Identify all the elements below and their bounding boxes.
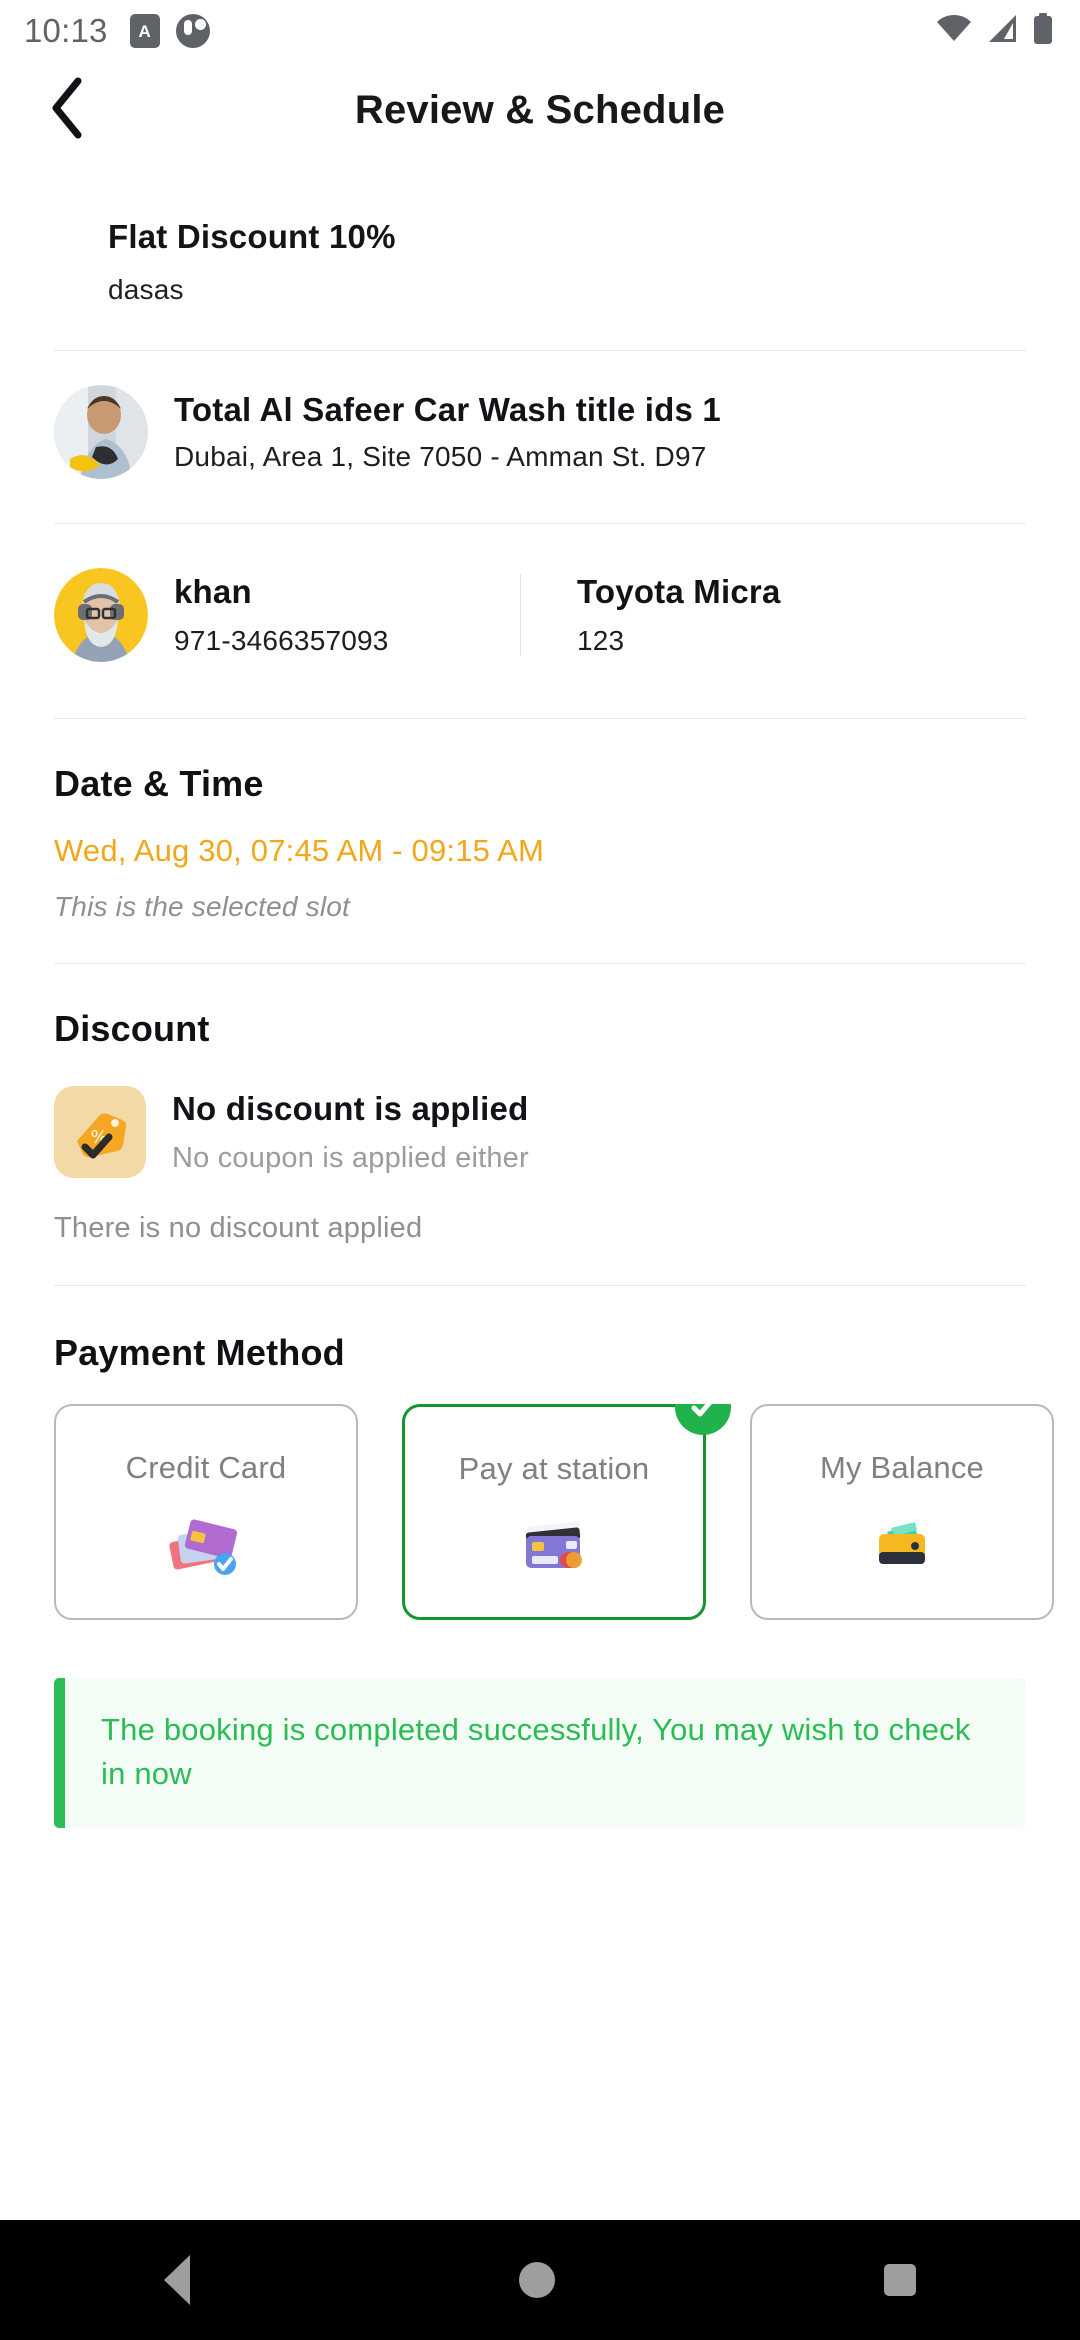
battery-icon — [1032, 12, 1054, 50]
customer-phone: 971-3466357093 — [174, 625, 389, 656]
page-title: Review & Schedule — [354, 87, 726, 132]
payment-method-pay-at-station[interactable]: Pay at station — [402, 1404, 731, 1620]
cellular-signal-icon — [986, 14, 1018, 49]
status-bar-clock: 10:13 — [24, 12, 108, 49]
status-bar-system-icons — [936, 12, 1054, 50]
status-bar-notification-icons: A — [129, 14, 210, 48]
service-avatar — [54, 385, 148, 479]
credit-cards-icon — [167, 1514, 245, 1576]
clock-icon — [175, 14, 210, 48]
divider — [54, 1285, 1026, 1286]
service-row[interactable]: Total Al Safeer Car Wash title ids 1 Dub… — [0, 351, 1080, 479]
system-navigation-bar — [0, 2220, 1080, 2340]
offer-subtitle: dasas — [108, 274, 184, 305]
nav-home-icon[interactable] — [518, 2262, 555, 2298]
discount-tag-icon: % — [54, 1086, 146, 1178]
wifi-icon — [936, 14, 972, 49]
payment-method-my-balance[interactable]: My Balance — [750, 1404, 1054, 1620]
payment-method-list[interactable]: Credit Card Pay at station My Balance — [0, 1404, 1080, 1620]
service-name: Total Al Safeer Car Wash title ids 1 — [174, 391, 721, 428]
vehicle-model: Toyota Micra — [577, 573, 781, 610]
vehicle-block[interactable]: Toyota Micra 123 — [521, 573, 781, 657]
customer-texts: khan 971-3466357093 — [174, 573, 389, 657]
discount-row[interactable]: % No discount is applied No coupon is ap… — [0, 1086, 1080, 1178]
payment-method-credit-card[interactable]: Credit Card — [54, 1404, 358, 1620]
payment-method-label: My Balance — [820, 1450, 984, 1485]
payment-heading: Payment Method — [54, 1332, 345, 1373]
service-texts: Total Al Safeer Car Wash title ids 1 Dub… — [174, 391, 721, 473]
success-banner-message: The booking is completed successfully, Y… — [101, 1712, 971, 1792]
discount-heading: Discount — [54, 1008, 210, 1049]
divider — [54, 718, 1026, 719]
discount-subtitle: No coupon is applied either — [172, 1141, 529, 1174]
offer-block: Flat Discount 10% dasas — [0, 158, 1080, 306]
app-header: Review & Schedule — [0, 62, 1080, 158]
customer-vehicle-row: khan 971-3466357093 Toyota Micra 123 — [0, 524, 1080, 662]
datetime-note: This is the selected slot — [54, 891, 351, 922]
nav-back-icon[interactable] — [164, 2255, 191, 2305]
customer-name: khan — [174, 573, 252, 610]
nav-recents-icon[interactable] — [883, 2264, 916, 2296]
app-badge-icon: A — [129, 14, 160, 48]
discount-section: Discount % No discount is applied No cou… — [0, 1008, 1080, 1245]
divider — [54, 963, 1026, 964]
payment-method-label: Credit Card — [125, 1450, 287, 1485]
datetime-heading: Date & Time — [54, 763, 264, 804]
discount-footnote: There is no discount applied — [54, 1212, 423, 1244]
vehicle-plate: 123 — [577, 625, 625, 656]
wallet-icon — [869, 1514, 935, 1576]
app-screen: 10:13 A Review & Schedule Flat Discount … — [0, 0, 1080, 2340]
discount-texts: No discount is applied No coupon is appl… — [172, 1090, 529, 1175]
success-banner: The booking is completed successfully, Y… — [54, 1678, 1026, 1829]
payment-section: Payment Method Credit Card Pay at statio… — [0, 1332, 1080, 1620]
page-content: Flat Discount 10% dasas Total Al Safeer … — [0, 158, 1080, 2220]
selected-check-badge — [675, 1404, 731, 1435]
card-terminal-icon — [518, 1515, 590, 1577]
service-address: Dubai, Area 1, Site 7050 - Amman St. D97 — [174, 441, 707, 472]
datetime-value[interactable]: Wed, Aug 30, 07:45 AM - 09:15 AM — [0, 833, 1080, 869]
status-bar: 10:13 A — [0, 0, 1080, 62]
datetime-section: Date & Time Wed, Aug 30, 07:45 AM - 09:1… — [0, 763, 1080, 923]
discount-title: No discount is applied — [172, 1089, 529, 1127]
customer-block[interactable]: khan 971-3466357093 — [54, 568, 520, 662]
customer-avatar — [54, 568, 148, 662]
offer-title: Flat Discount 10% — [108, 218, 396, 255]
payment-method-label: Pay at station — [458, 1451, 650, 1486]
